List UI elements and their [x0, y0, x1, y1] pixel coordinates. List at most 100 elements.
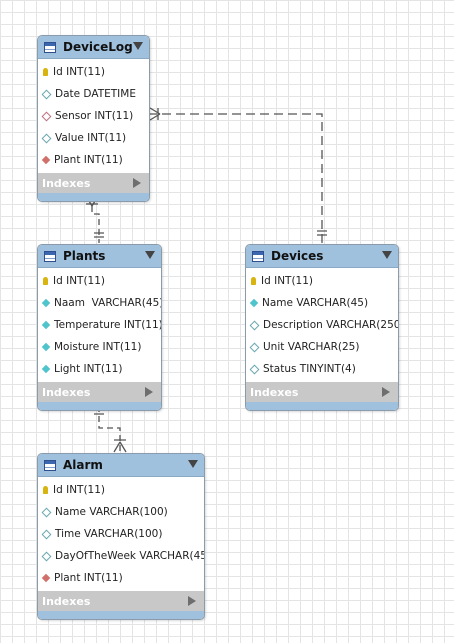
column-label: Id INT(11)	[261, 275, 314, 287]
column-label: Value INT(11)	[55, 132, 127, 144]
column-label: Id INT(11)	[53, 66, 106, 78]
not-null-column-icon	[41, 320, 51, 330]
not-null-column-icon	[41, 342, 51, 352]
indexes-label: Indexes	[42, 385, 91, 399]
expand-arrow-icon[interactable]	[382, 387, 390, 397]
column-row[interactable]: Id INT(11)	[38, 270, 161, 292]
one-marker-devices	[317, 230, 327, 236]
expand-arrow-icon[interactable]	[145, 387, 153, 397]
table-devices[interactable]: Devices Id INT(11) Name VARCHAR(45) Desc…	[245, 244, 399, 411]
column-list: Id INT(11) Naam VARCHAR(45) Temperature …	[38, 268, 161, 380]
not-null-column-icon	[249, 298, 259, 308]
table-header[interactable]: Alarm	[38, 454, 204, 477]
table-name: Plants	[63, 249, 106, 263]
not-null-column-icon	[41, 298, 51, 308]
indexes-label: Indexes	[250, 385, 299, 399]
connector-devices-devicelog[interactable]	[150, 113, 323, 243]
table-name: DeviceLog	[63, 40, 133, 54]
column-list: Id INT(11) Date DATETIME Sensor INT(11) …	[38, 59, 149, 171]
table-icon	[252, 250, 264, 262]
expand-arrow-icon[interactable]	[133, 178, 141, 188]
column-row[interactable]: Temperature INT(11)	[38, 314, 161, 336]
column-label: Sensor INT(11)	[55, 110, 134, 122]
table-footer	[38, 193, 149, 201]
indexes-bar[interactable]: Indexes	[38, 591, 204, 611]
column-label: Moisture INT(11)	[54, 341, 142, 353]
column-label: Light INT(11)	[54, 363, 123, 375]
table-footer	[246, 402, 398, 410]
column-row[interactable]: Id INT(11)	[38, 479, 204, 501]
table-footer	[38, 611, 204, 619]
column-row[interactable]: Name VARCHAR(45)	[246, 292, 398, 314]
column-row[interactable]: Status TINYINT(4)	[246, 358, 398, 380]
column-label: Id INT(11)	[53, 275, 106, 287]
table-header[interactable]: Plants	[38, 245, 161, 268]
column-row[interactable]: Naam VARCHAR(45)	[38, 292, 161, 314]
column-label: Id INT(11)	[53, 484, 106, 496]
column-label: Name VARCHAR(45)	[262, 297, 369, 309]
primary-key-icon	[251, 277, 256, 285]
table-name: Devices	[271, 249, 324, 263]
column-row[interactable]: Light INT(11)	[38, 358, 161, 380]
collapse-toggle-icon[interactable]	[188, 460, 198, 468]
table-icon	[44, 41, 56, 53]
column-label: Unit VARCHAR(25)	[263, 341, 360, 353]
column-row[interactable]: Value INT(11)	[38, 127, 149, 149]
column-row[interactable]: Unit VARCHAR(25)	[246, 336, 398, 358]
foreign-key-icon	[41, 155, 51, 165]
foreign-key-icon	[41, 573, 51, 583]
column-label: Naam VARCHAR(45)	[54, 297, 162, 309]
table-name: Alarm	[63, 458, 103, 472]
primary-key-icon	[43, 68, 48, 76]
column-row[interactable]: Date DATETIME	[38, 83, 149, 105]
table-header[interactable]: Devices	[246, 245, 398, 268]
column-row[interactable]: Description VARCHAR(250)	[246, 314, 398, 336]
column-icon	[249, 320, 260, 330]
column-icon	[41, 529, 52, 539]
table-header[interactable]: DeviceLog	[38, 36, 149, 59]
column-row[interactable]: Id INT(11)	[38, 61, 149, 83]
column-list: Id INT(11) Name VARCHAR(100) Time VARCHA…	[38, 477, 204, 589]
column-label: DayOfTheWeek VARCHAR(45)	[55, 550, 205, 562]
indexes-bar[interactable]: Indexes	[38, 382, 161, 402]
connector-plants-alarm[interactable]	[98, 406, 121, 452]
primary-key-icon	[43, 277, 48, 285]
collapse-toggle-icon[interactable]	[133, 42, 143, 50]
column-icon	[249, 342, 260, 352]
column-row[interactable]: Sensor INT(11)	[38, 105, 149, 127]
column-icon	[249, 364, 260, 374]
table-alarm[interactable]: Alarm Id INT(11) Name VARCHAR(100) Time …	[37, 453, 205, 620]
column-icon	[41, 507, 52, 517]
collapse-toggle-icon[interactable]	[382, 251, 392, 259]
column-label: Time VARCHAR(100)	[55, 528, 163, 540]
foreign-key-column-icon	[41, 111, 52, 121]
indexes-bar[interactable]: Indexes	[38, 173, 149, 193]
table-footer	[38, 402, 161, 410]
column-label: Plant INT(11)	[54, 154, 123, 166]
indexes-label: Indexes	[42, 176, 91, 190]
table-icon	[44, 250, 56, 262]
column-row[interactable]: Time VARCHAR(100)	[38, 523, 204, 545]
table-devicelog[interactable]: DeviceLog Id INT(11) Date DATETIME Senso…	[37, 35, 150, 202]
column-label: Description VARCHAR(250)	[263, 319, 399, 331]
column-row[interactable]: Plant INT(11)	[38, 567, 204, 589]
column-label: Status TINYINT(4)	[263, 363, 356, 375]
table-plants[interactable]: Plants Id INT(11) Naam VARCHAR(45) Tempe…	[37, 244, 162, 411]
column-row[interactable]: Name VARCHAR(100)	[38, 501, 204, 523]
indexes-bar[interactable]: Indexes	[246, 382, 398, 402]
column-row[interactable]: Moisture INT(11)	[38, 336, 161, 358]
column-list: Id INT(11) Name VARCHAR(45) Description …	[246, 268, 398, 380]
column-label: Plant INT(11)	[54, 572, 123, 584]
column-icon	[41, 89, 52, 99]
not-null-column-icon	[41, 364, 51, 374]
indexes-label: Indexes	[42, 594, 91, 608]
collapse-toggle-icon[interactable]	[145, 251, 155, 259]
column-row[interactable]: Id INT(11)	[246, 270, 398, 292]
column-icon	[41, 133, 52, 143]
column-icon	[41, 551, 52, 561]
column-row[interactable]: DayOfTheWeek VARCHAR(45)	[38, 545, 204, 567]
expand-arrow-icon[interactable]	[188, 596, 196, 606]
column-label: Temperature INT(11)	[54, 319, 162, 331]
primary-key-icon	[43, 486, 48, 494]
column-row[interactable]: Plant INT(11)	[38, 149, 149, 171]
